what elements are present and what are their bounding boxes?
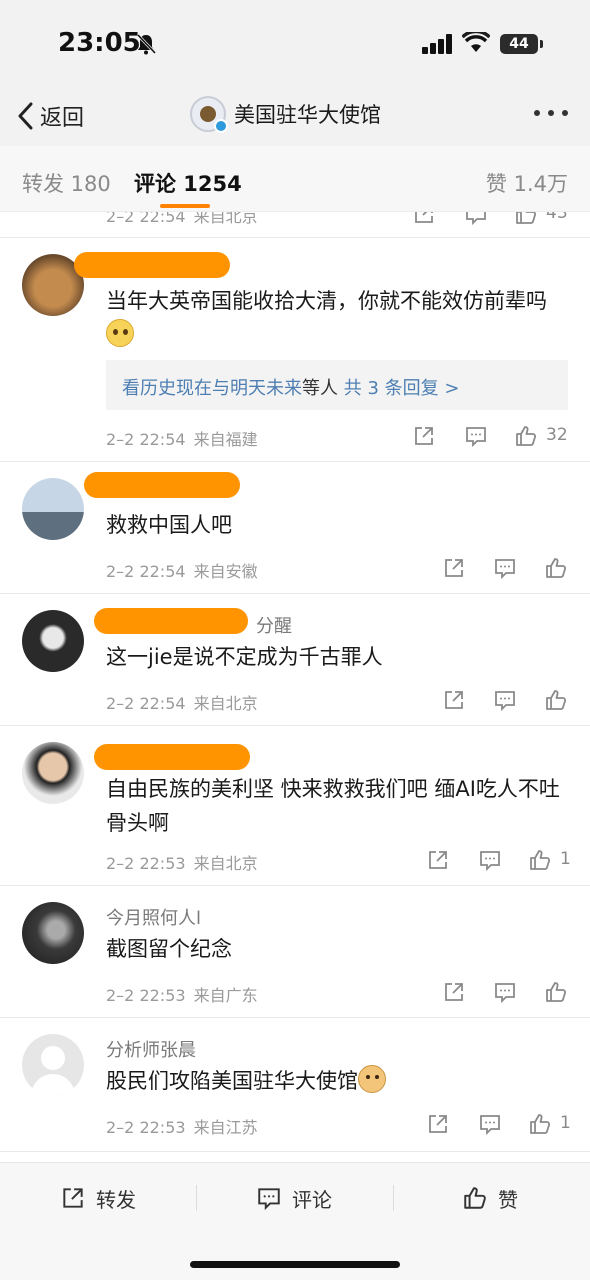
comment-text: 救救中国人吧 [106,513,232,537]
status-time: 23:05 [58,28,141,58]
like-icon[interactable] [514,424,538,448]
back-label: 返回 [40,106,85,131]
comment-text: 这一jie是说不定成为千古罪人 [106,645,383,669]
list-item: 救救中国人吧 2–2 22:54 来自安徽 [0,462,590,594]
tab-comment[interactable]: 评论 1254 [134,168,242,198]
active-tab-indicator [160,204,210,208]
like-count: 43 [546,212,568,223]
comment-text: 股民们攻陷美国驻华大使馆 [106,1064,568,1098]
avatar[interactable] [22,478,84,540]
comment-text: 自由民族的美利坚 快来救救我们吧 缅AI吃人不吐骨头啊 [106,777,560,835]
redacted-username [74,252,230,278]
status-bar: 23:05 44 [0,0,590,88]
comment-icon[interactable] [493,980,517,1004]
like-count: 32 [546,425,568,445]
repost-label: 转发 [96,1187,136,1212]
reply-names: 看历史现在与明天未来 [122,378,302,399]
like-count: 1 [560,849,571,869]
signal-icon [422,34,452,54]
account-avatar [190,96,228,133]
list-item: 自由民族的美利坚 快来救救我们吧 缅AI吃人不吐骨头啊 2–2 22:53 来自北… [0,726,590,886]
back-chevron-icon [18,102,33,130]
redacted-username [94,744,250,770]
comment-button[interactable]: 评论 [256,1183,332,1213]
tab-repost[interactable]: 转发 180 [22,168,111,198]
comment-icon[interactable] [464,212,488,226]
avatar[interactable] [22,1034,84,1096]
comment-actions: 43 [0,212,590,226]
comment-text: 当年大英帝国能收拾大清，你就不能效仿前辈吗 [106,284,568,352]
comment-text: 截图留个纪念 [106,937,232,961]
avatar[interactable] [22,902,84,964]
share-icon[interactable] [442,556,466,580]
back-button[interactable]: 返回 [16,98,84,134]
list-item: 当年大英帝国能收拾大清，你就不能效仿前辈吗 看历史现在与明天未来等人 共 3 条… [0,238,590,462]
like-icon[interactable] [528,1112,552,1136]
like-icon[interactable] [544,980,568,1004]
comment-icon[interactable] [478,848,502,872]
bell-off-icon [136,33,156,55]
battery-indicator: 44 [500,34,543,54]
comment-icon [258,1188,280,1211]
like-icon[interactable] [514,212,538,226]
comment-icon[interactable] [464,424,488,448]
worried-emoji-icon [106,319,134,347]
comment-actions [0,980,590,1004]
account-header[interactable]: 美国驻华大使馆 [190,96,381,133]
verified-badge-icon [214,119,228,133]
share-icon[interactable] [412,212,436,226]
comment-actions: 1 [0,1112,590,1136]
home-indicator [190,1261,400,1268]
username[interactable]: 分醒 [256,612,292,638]
comment-icon[interactable] [478,1112,502,1136]
like-icon[interactable] [544,556,568,580]
reply-preview[interactable]: 看历史现在与明天未来等人 共 3 条回复 > [106,360,568,410]
redacted-username [84,472,240,498]
nav-bar: 返回 美国驻华大使馆 [0,88,590,146]
bottom-action-bar: 转发 评论 赞 [0,1162,590,1280]
like-icon[interactable] [528,848,552,872]
like-icon [464,1187,486,1209]
username[interactable]: 分析师张晨 [106,1036,196,1062]
divider [393,1185,394,1211]
share-icon[interactable] [442,980,466,1004]
wifi-icon [462,32,490,52]
tab-like[interactable]: 赞 1.4万 [486,168,568,198]
share-icon [63,1188,83,1208]
comment-actions [0,688,590,712]
account-name: 美国驻华大使馆 [234,103,381,127]
share-icon[interactable] [426,848,450,872]
comment-actions: 32 [0,424,590,448]
share-icon[interactable] [442,688,466,712]
tab-bar: 转发 180 评论 1254 赞 1.4万 [0,146,590,212]
divider [196,1185,197,1211]
list-item: 分析师张晨 股民们攻陷美国驻华大使馆 2–2 22:53 来自江苏 1 [0,1018,590,1152]
reply-count: 共 3 条回复 > [343,378,460,399]
avatar[interactable] [22,610,84,672]
more-icon[interactable] [534,110,568,116]
like-icon[interactable] [544,688,568,712]
share-icon[interactable] [412,424,436,448]
reply-mid: 等人 [302,378,338,399]
doge-emoji-icon [358,1065,386,1093]
redacted-username [94,608,248,634]
comment-icon[interactable] [493,556,517,580]
like-label: 赞 [498,1187,518,1212]
repost-button[interactable]: 转发 [60,1183,136,1213]
avatar[interactable] [22,742,84,804]
comment-actions: 1 [0,848,590,872]
list-item: 今月照何人l 截图留个纪念 2–2 22:53 来自广东 [0,886,590,1018]
like-button[interactable]: 赞 [462,1183,518,1213]
list-item-clipped: 2–2 22:54 来自北京 43 [0,212,590,238]
username[interactable]: 今月照何人l [106,904,201,930]
comment-label: 评论 [292,1187,332,1212]
comment-icon[interactable] [493,688,517,712]
comment-actions [0,556,590,580]
like-count: 1 [560,1113,571,1133]
share-icon[interactable] [426,1112,450,1136]
list-item: 分醒 这一jie是说不定成为千古罪人 2–2 22:54 来自北京 [0,594,590,726]
